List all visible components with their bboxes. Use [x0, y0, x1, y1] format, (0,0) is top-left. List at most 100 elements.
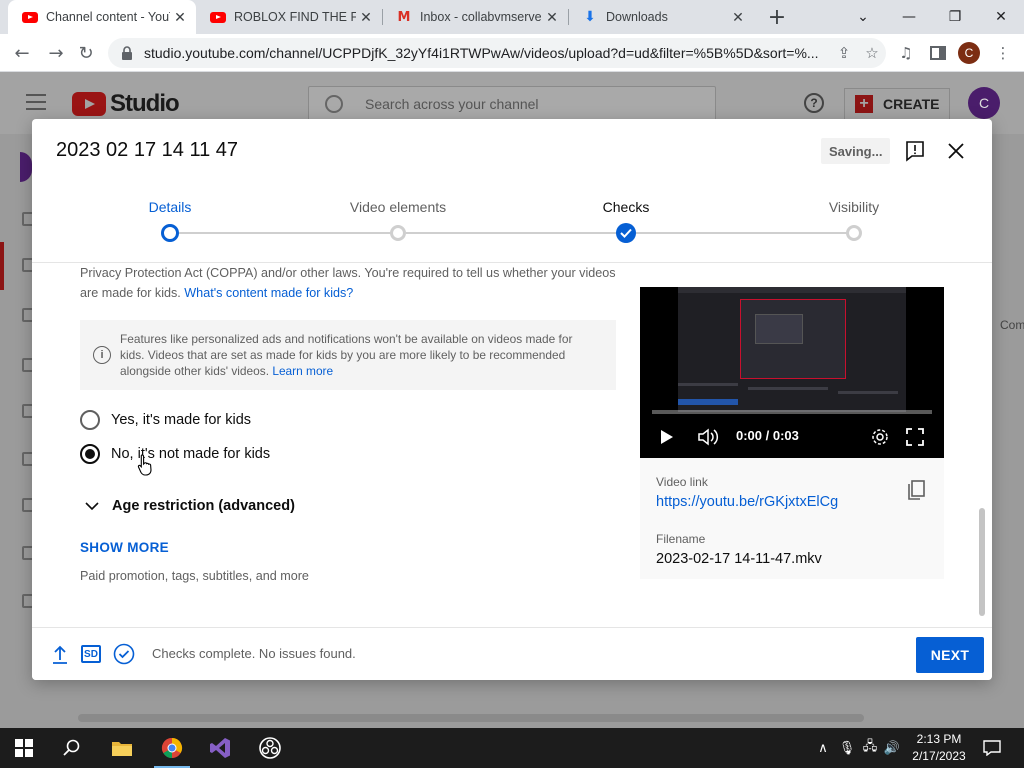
- menu-kebab-icon[interactable]: ⋮: [993, 43, 1013, 63]
- studio-logo[interactable]: Studio: [72, 90, 180, 118]
- tab-close-icon[interactable]: ✕: [170, 7, 190, 27]
- background-column-header: Com: [1000, 318, 1024, 332]
- tab-roblox[interactable]: ROBLOX FIND THE FAM ✕: [196, 0, 382, 34]
- copy-icon[interactable]: [906, 480, 926, 502]
- tab-inbox[interactable]: M Inbox - collabvmserver ✕: [382, 0, 568, 34]
- search-placeholder: Search across your channel: [365, 96, 539, 112]
- channel-search-input[interactable]: Search across your channel: [308, 86, 716, 122]
- tab-title: Channel content - YouTube: [46, 10, 170, 24]
- step-video-elements-label[interactable]: Video elements: [350, 199, 446, 215]
- browser-toolbar: ← → ↻ studio.youtube.com/channel/UCPPDjf…: [0, 34, 1024, 72]
- step-visibility-dot[interactable]: [846, 225, 862, 241]
- close-window-button[interactable]: ✕: [978, 0, 1024, 34]
- checks-status-text: Checks complete. No issues found.: [152, 646, 356, 661]
- help-icon[interactable]: ?: [804, 93, 824, 113]
- windows-start-icon: [15, 739, 33, 757]
- notifications-icon[interactable]: [982, 728, 1002, 768]
- video-link[interactable]: https://youtu.be/rGKjxtxElCg: [656, 494, 838, 510]
- video-progress-bar[interactable]: [652, 410, 932, 414]
- filename-label: Filename: [656, 532, 706, 546]
- sd-badge-icon[interactable]: SD: [81, 645, 101, 663]
- step-checks-check-icon[interactable]: [616, 223, 636, 243]
- taskbar-search-button[interactable]: [48, 728, 96, 768]
- back-button[interactable]: ←: [8, 39, 36, 67]
- channel-avatar[interactable]: C: [968, 87, 1000, 119]
- radio-made-for-kids-no[interactable]: No, it's not made for kids: [80, 444, 270, 464]
- create-plus-icon: +: [855, 95, 873, 113]
- sidebar-channel-avatar: [20, 152, 32, 182]
- step-details-dot[interactable]: [161, 224, 179, 242]
- create-label: CREATE: [883, 96, 940, 112]
- microphone-icon[interactable]: 🎙: [838, 728, 856, 768]
- step-video-elements-dot[interactable]: [390, 225, 406, 241]
- video-player[interactable]: 0:00 / 0:03: [640, 287, 944, 458]
- radio-button-unchecked[interactable]: [80, 410, 100, 430]
- obs-icon: [259, 737, 281, 759]
- forward-button[interactable]: →: [42, 39, 70, 67]
- step-checks-label[interactable]: Checks: [603, 199, 650, 215]
- feedback-icon[interactable]: [905, 140, 925, 162]
- fullscreen-icon[interactable]: [906, 428, 924, 446]
- checks-complete-icon[interactable]: [113, 643, 135, 665]
- lock-icon[interactable]: [120, 46, 134, 60]
- windows-taskbar: ∧ 🎙 🖧 🔊 2:13 PM 2/17/2023: [0, 728, 1024, 768]
- volume-icon[interactable]: [698, 428, 720, 446]
- address-bar[interactable]: studio.youtube.com/channel/UCPPDjfK_32yY…: [108, 38, 886, 68]
- browser-tab-strip: Channel content - YouTube ✕ ROBLOX FIND …: [0, 0, 1024, 34]
- hamburger-menu-icon[interactable]: [26, 94, 46, 110]
- show-more-button[interactable]: SHOW MORE: [80, 540, 169, 555]
- search-icon: [63, 739, 80, 756]
- visual-studio-button[interactable]: [196, 728, 244, 768]
- radio-yes-label[interactable]: Yes, it's made for kids: [111, 412, 251, 428]
- create-button[interactable]: + CREATE: [844, 88, 950, 120]
- upload-icon[interactable]: [50, 644, 70, 666]
- new-tab-button[interactable]: +: [764, 5, 790, 30]
- start-button[interactable]: [0, 728, 48, 768]
- share-icon[interactable]: ⇪: [830, 44, 858, 62]
- media-control-icon[interactable]: ♫: [896, 43, 916, 63]
- search-icon: [325, 95, 343, 113]
- play-icon[interactable]: [660, 429, 674, 445]
- radio-button-checked[interactable]: [80, 444, 100, 464]
- bookmark-star-icon[interactable]: ☆: [858, 44, 886, 62]
- profile-avatar[interactable]: C: [958, 42, 980, 64]
- radio-no-label[interactable]: No, it's not made for kids: [111, 446, 270, 462]
- age-restriction-toggle[interactable]: Age restriction (advanced): [80, 496, 295, 516]
- volume-icon[interactable]: 🔊: [882, 728, 902, 768]
- taskbar-clock[interactable]: 2:13 PM 2/17/2023: [904, 731, 974, 765]
- chrome-button[interactable]: [148, 728, 196, 768]
- dialog-scrollbar[interactable]: [979, 508, 985, 616]
- reload-button[interactable]: ↻: [72, 39, 100, 67]
- minimize-button[interactable]: —: [886, 0, 932, 34]
- dialog-title: 2023 02 17 14 11 47: [56, 139, 239, 161]
- tab-title: Downloads: [606, 10, 668, 24]
- side-panel-icon[interactable]: [928, 43, 948, 63]
- network-icon[interactable]: 🖧: [860, 728, 880, 768]
- tab-close-icon[interactable]: ✕: [356, 7, 376, 27]
- tab-close-icon[interactable]: ✕: [542, 7, 562, 27]
- content-for-kids-link[interactable]: What's content made for kids?: [184, 286, 353, 300]
- saving-status-badge: Saving...: [821, 138, 891, 164]
- learn-more-link[interactable]: Learn more: [272, 364, 333, 378]
- video-preview-card: 0:00 / 0:03 Video link https://youtu.be/…: [640, 287, 944, 579]
- tab-search-chevron-icon[interactable]: ⌄: [840, 0, 886, 34]
- url-text[interactable]: studio.youtube.com/channel/UCPPDjfK_32yY…: [144, 45, 830, 61]
- tray-chevron-icon[interactable]: ∧: [814, 728, 832, 768]
- radio-made-for-kids-yes[interactable]: Yes, it's made for kids: [80, 410, 251, 430]
- horizontal-scrollbar[interactable]: [78, 714, 864, 722]
- tab-downloads[interactable]: ⬇ Downloads ✕: [568, 0, 754, 34]
- hand-cursor-icon: [137, 453, 155, 477]
- tab-close-icon[interactable]: ✕: [728, 7, 748, 27]
- visual-studio-icon: [210, 738, 230, 758]
- obs-button[interactable]: [246, 728, 294, 768]
- gear-icon[interactable]: [870, 427, 890, 447]
- next-button[interactable]: NEXT: [916, 637, 984, 673]
- step-details-label[interactable]: Details: [149, 199, 192, 215]
- close-dialog-icon[interactable]: [944, 139, 968, 163]
- restore-button[interactable]: ❐: [932, 0, 978, 34]
- tab-title: ROBLOX FIND THE FAM: [234, 10, 356, 24]
- coppa-description: Privacy Protection Act (COPPA) and/or ot…: [80, 263, 616, 303]
- tab-channel-content[interactable]: Channel content - YouTube ✕: [8, 0, 196, 34]
- file-explorer-button[interactable]: [98, 728, 146, 768]
- step-visibility-label[interactable]: Visibility: [829, 199, 879, 215]
